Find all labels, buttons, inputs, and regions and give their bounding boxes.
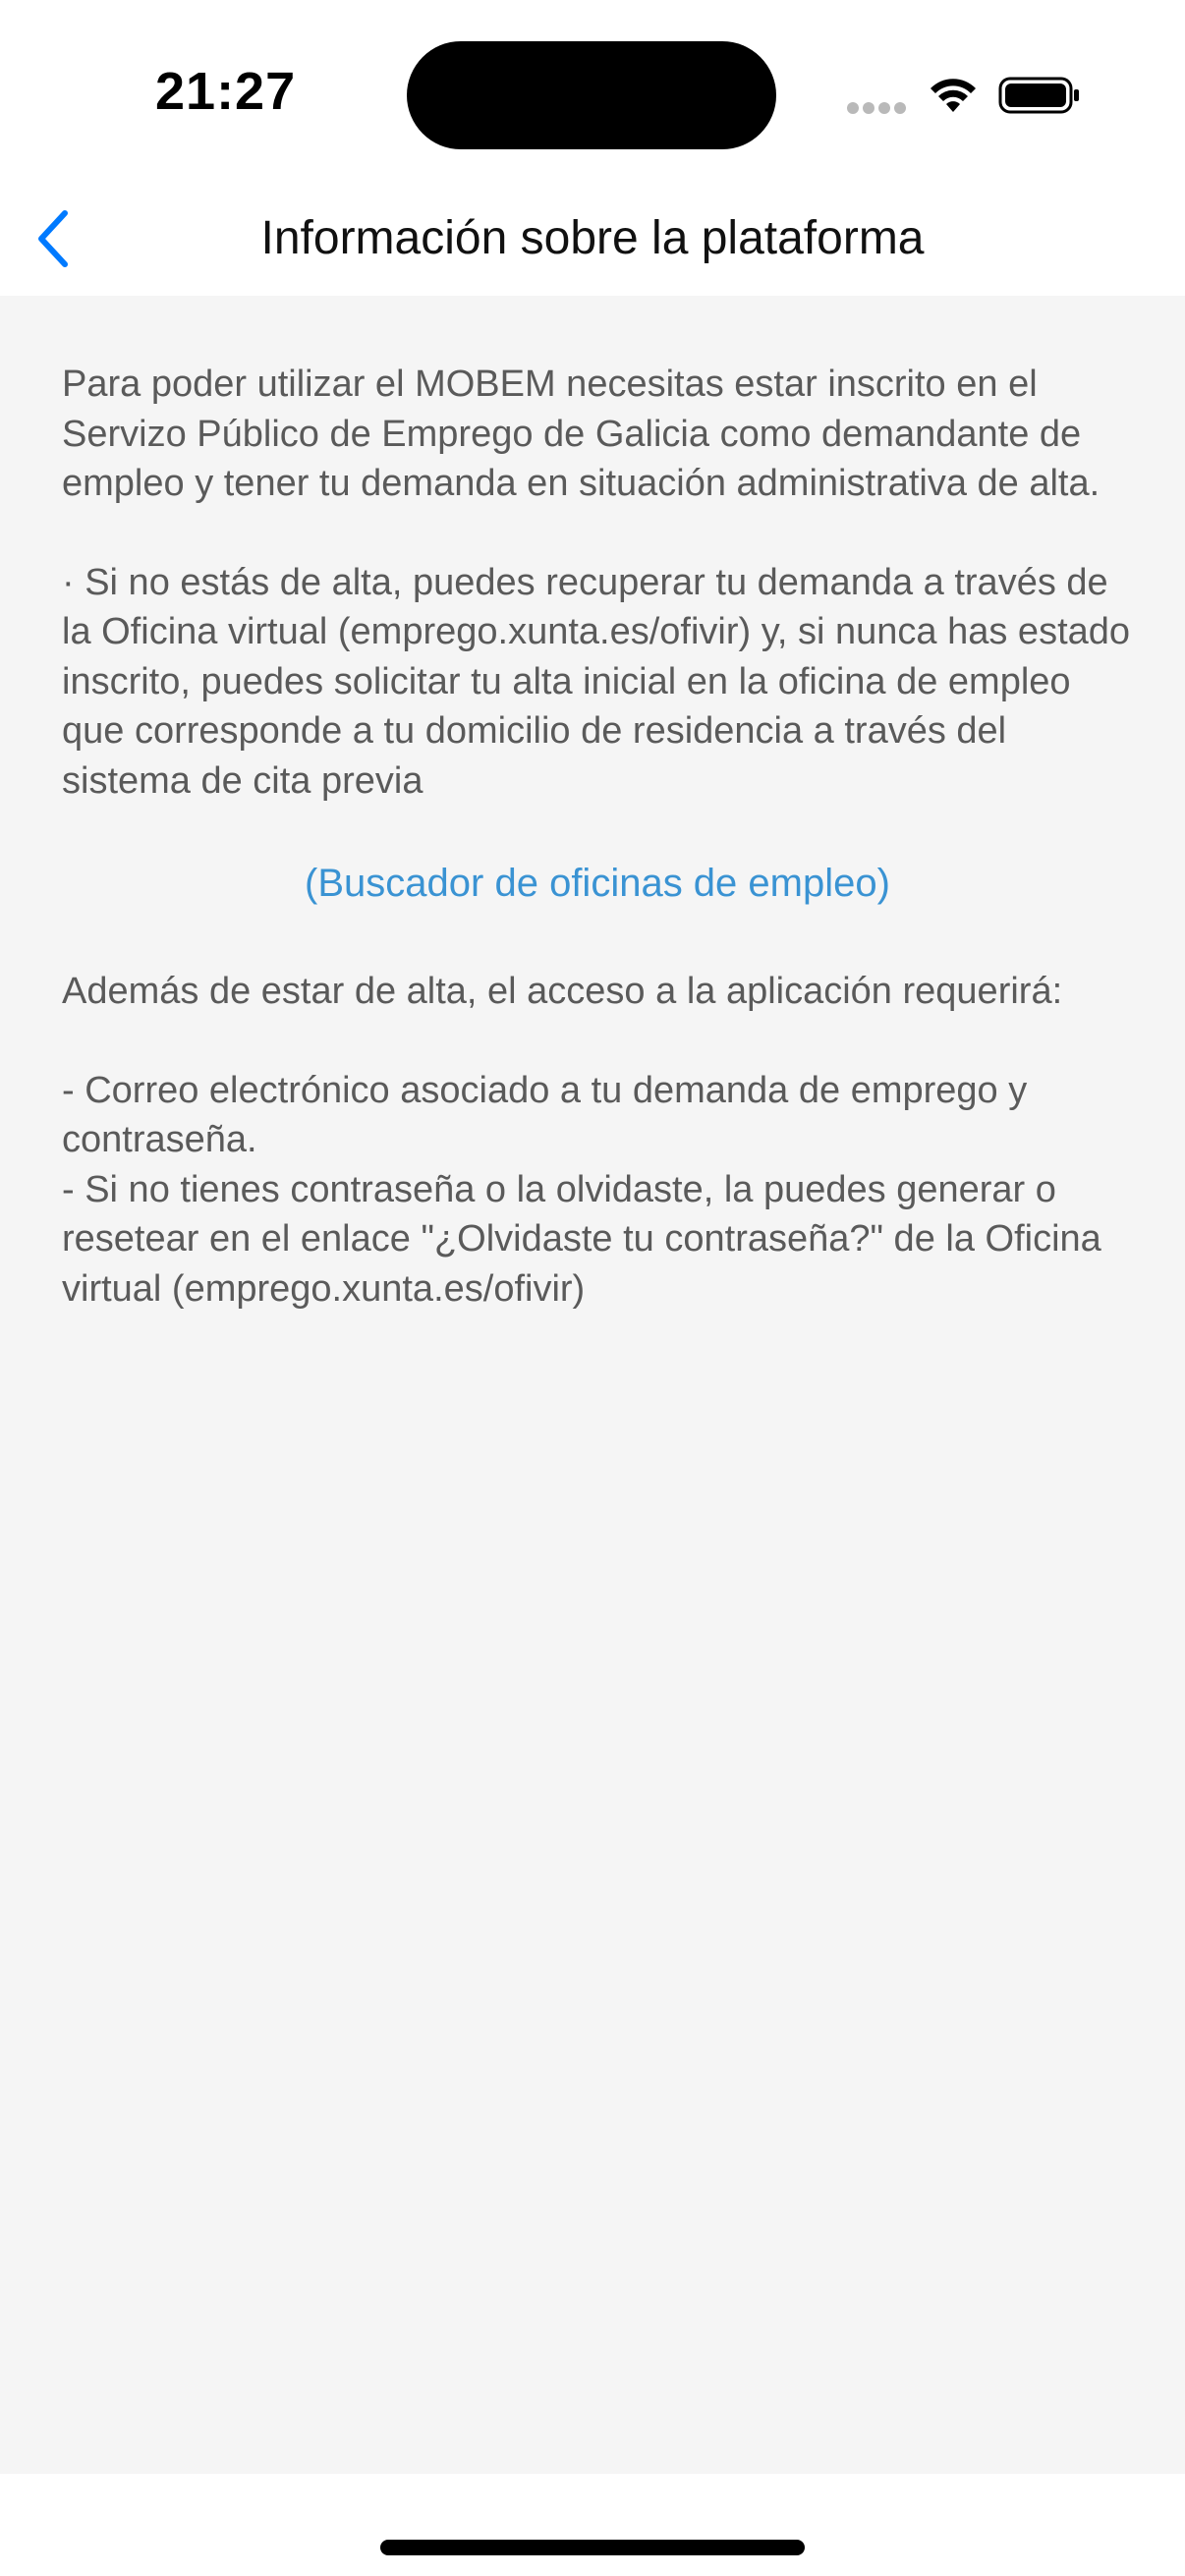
navigation-bar: Información sobre la plataforma bbox=[0, 182, 1185, 296]
cellular-signal-icon bbox=[847, 102, 906, 116]
wifi-icon bbox=[931, 79, 976, 112]
info-content: Para poder utilizar el MOBEM necesitas e… bbox=[62, 360, 1133, 1314]
battery-icon bbox=[998, 77, 1079, 114]
home-indicator[interactable] bbox=[380, 2540, 805, 2555]
bottom-safe-area bbox=[0, 2474, 1185, 2576]
chevron-left-icon bbox=[38, 210, 68, 267]
alta-info-paragraph: · Si no estás de alta, puedes recuperar … bbox=[62, 561, 1131, 802]
intro-paragraph: Para poder utilizar el MOBEM necesitas e… bbox=[62, 364, 1100, 504]
status-bar: 21:27 bbox=[0, 0, 1185, 182]
requirement-email: - Correo electrónico asociado a tu deman… bbox=[62, 1069, 1028, 1161]
back-button[interactable] bbox=[14, 199, 92, 278]
requirements-intro: Además de estar de alta, el acceso a la … bbox=[62, 971, 1063, 1012]
dynamic-island bbox=[407, 41, 776, 149]
office-finder-link[interactable]: (Buscador de oficinas de empleo) bbox=[62, 859, 1133, 908]
requirement-password: - Si no tienes contraseña o la olvidaste… bbox=[62, 1168, 1101, 1310]
status-time: 21:27 bbox=[155, 62, 297, 121]
page-title: Información sobre la plataforma bbox=[260, 212, 925, 264]
